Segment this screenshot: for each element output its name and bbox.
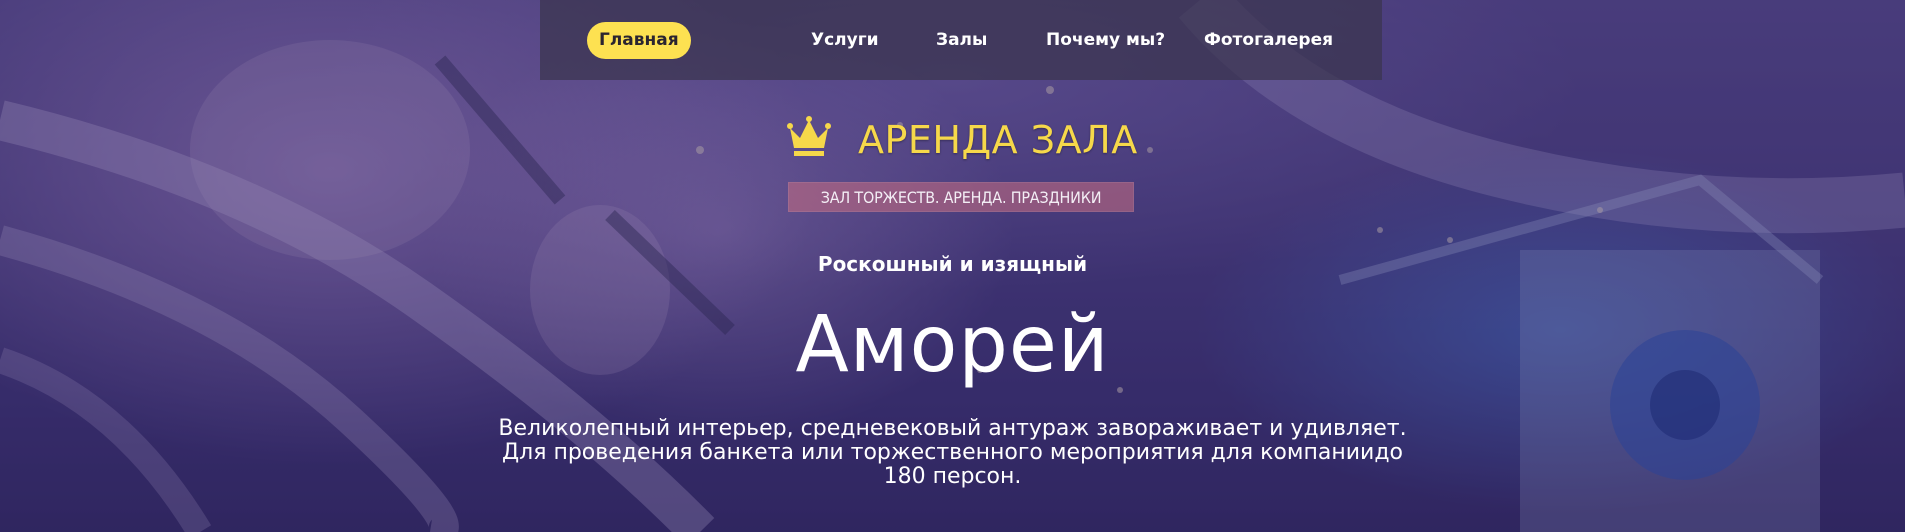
nav-item-why-us[interactable]: Почему мы? [1046,22,1165,59]
hero-title: Аморей [795,300,1110,390]
nav-item-home[interactable]: Главная [587,22,691,59]
hero-description: Великолепный интерьер, средневековый ант… [498,416,1407,489]
site-logo[interactable]: АРЕНДА ЗАЛА ЗАЛ ТОРЖЕСТВ. АРЕНДА. ПРАЗДН… [786,112,1138,214]
nav-item-gallery[interactable]: Фотогалерея [1204,22,1333,59]
crown-icon [787,116,831,156]
hero-subtitle: Роскошный и изящный [817,252,1088,276]
nav-item-services[interactable]: Услуги [811,22,879,59]
logo-tagline: ЗАЛ ТОРЖЕСТВ. АРЕНДА. ПРАЗДНИКИ [788,182,1134,212]
main-navigation: Главная Услуги Залы Почему мы? Фотогалер… [540,0,1382,80]
logo-title: АРЕНДА ЗАЛА [858,118,1138,162]
nav-item-halls[interactable]: Залы [936,22,987,59]
